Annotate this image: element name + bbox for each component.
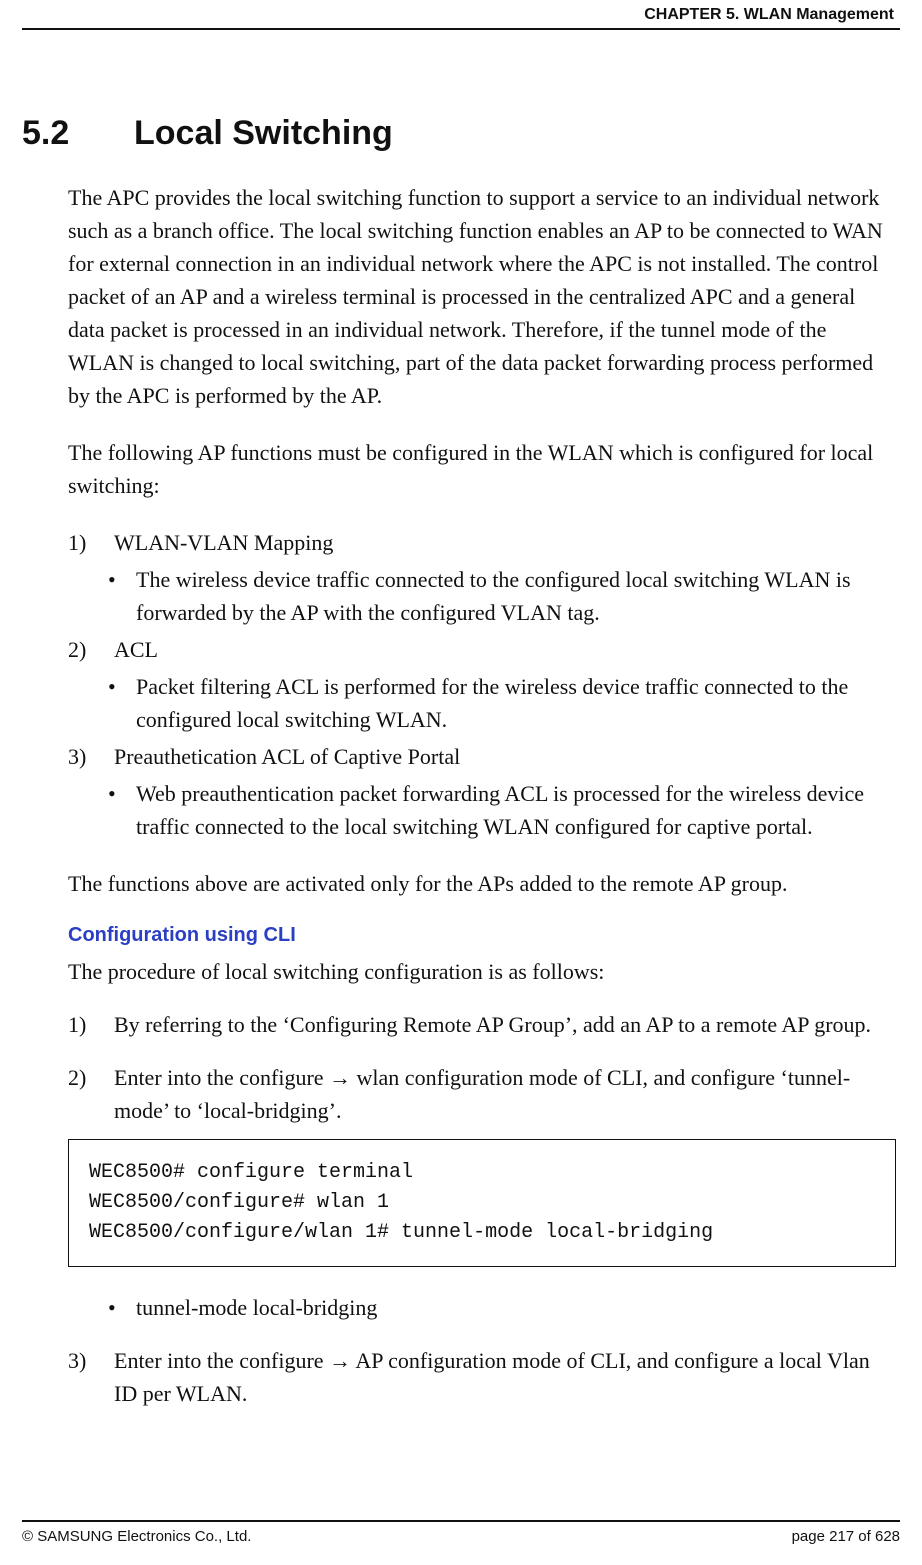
running-header: CHAPTER 5. WLAN Management xyxy=(22,0,900,24)
section-number: 5.2 xyxy=(22,114,118,153)
step-item: 1) By referring to the ‘Configuring Remo… xyxy=(68,1008,896,1041)
bullet-icon: • xyxy=(108,670,118,736)
step-subitem: • tunnel-mode local-bridging xyxy=(108,1291,896,1324)
cli-intro-paragraph: The procedure of local switching configu… xyxy=(68,955,896,988)
step-number: 3) xyxy=(68,1344,96,1410)
bullet-icon: • xyxy=(108,777,118,843)
list-label: WLAN-VLAN Mapping xyxy=(114,526,333,559)
list-subtext: Web preauthentication packet forwarding … xyxy=(136,777,896,843)
step-text: Enter into the configure → AP configurat… xyxy=(114,1344,896,1410)
list-subitem: • Packet filtering ACL is performed for … xyxy=(108,670,896,736)
activated-paragraph: The functions above are activated only f… xyxy=(68,867,896,900)
page-content: 5.2 Local Switching The APC provides the… xyxy=(22,30,900,1410)
page-footer: © SAMSUNG Electronics Co., Ltd. page 217… xyxy=(22,1520,900,1545)
step-item: 3) Enter into the configure → AP configu… xyxy=(68,1344,896,1410)
bullet-icon: • xyxy=(108,563,118,629)
section-title: Local Switching xyxy=(134,114,393,153)
step-subtext: tunnel-mode local-bridging xyxy=(136,1291,377,1324)
list-label: ACL xyxy=(114,633,158,666)
step-text: Enter into the configure → wlan configur… xyxy=(114,1061,896,1127)
step-text-pre: Enter into the configure xyxy=(114,1065,329,1090)
chapter-title: CHAPTER 5. WLAN Management xyxy=(644,6,894,24)
arrow-icon: → xyxy=(329,1348,351,1373)
step-text-pre: Enter into the configure xyxy=(114,1348,329,1373)
followup-paragraph: The following AP functions must be confi… xyxy=(68,436,896,502)
document-page: CHAPTER 5. WLAN Management 5.2 Local Swi… xyxy=(0,0,922,1565)
intro-paragraph: The APC provides the local switching fun… xyxy=(68,181,896,412)
list-item: 3) Preauthetication ACL of Captive Porta… xyxy=(68,740,896,773)
footer-rule xyxy=(22,1520,900,1522)
step-item: 2) Enter into the configure → wlan confi… xyxy=(68,1061,896,1127)
bullet-icon: • xyxy=(108,1291,118,1324)
step-number: 2) xyxy=(68,1061,96,1127)
list-subitem: • The wireless device traffic connected … xyxy=(108,563,896,629)
list-label: Preauthetication ACL of Captive Portal xyxy=(114,740,460,773)
section-heading: 5.2 Local Switching xyxy=(68,114,896,153)
footer-row: © SAMSUNG Electronics Co., Ltd. page 217… xyxy=(22,1528,900,1545)
list-number: 3) xyxy=(68,740,96,773)
list-item: 1) WLAN-VLAN Mapping xyxy=(68,526,896,559)
cli-code-block: WEC8500# configure terminal WEC8500/conf… xyxy=(68,1139,896,1267)
step-number: 1) xyxy=(68,1008,96,1041)
list-subtext: Packet filtering ACL is performed for th… xyxy=(136,670,896,736)
list-number: 2) xyxy=(68,633,96,666)
list-subtext: The wireless device traffic connected to… xyxy=(136,563,896,629)
list-item: 2) ACL xyxy=(68,633,896,666)
list-subitem: • Web preauthentication packet forwardin… xyxy=(108,777,896,843)
cli-subheading: Configuration using CLI xyxy=(68,924,896,947)
arrow-icon: → xyxy=(329,1065,351,1090)
copyright-text: © SAMSUNG Electronics Co., Ltd. xyxy=(22,1528,251,1545)
page-number: page 217 of 628 xyxy=(792,1528,900,1545)
step-text: By referring to the ‘Configuring Remote … xyxy=(114,1008,871,1041)
list-number: 1) xyxy=(68,526,96,559)
